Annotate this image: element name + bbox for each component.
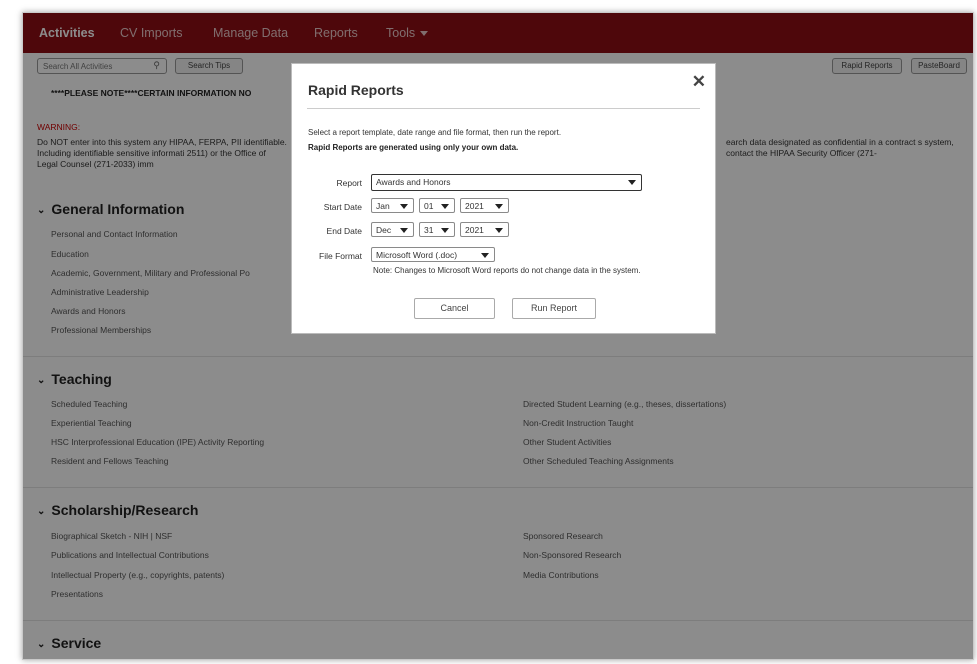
- end-day-value: 31: [424, 225, 434, 235]
- chevron-down-icon: [628, 180, 636, 185]
- start-day-select[interactable]: 01: [419, 198, 455, 213]
- file-format-label: File Format: [319, 251, 362, 261]
- dialog-title: Rapid Reports: [308, 82, 404, 98]
- format-note: Note: Changes to Microsoft Word reports …: [373, 266, 641, 275]
- end-year-value: 2021: [465, 225, 484, 235]
- chevron-down-icon: [441, 228, 449, 233]
- chevron-down-icon: [441, 204, 449, 209]
- dialog-divider: [307, 108, 700, 109]
- file-format-select[interactable]: Microsoft Word (.doc): [371, 247, 495, 262]
- rapid-reports-dialog: Rapid Reports ✕ Select a report template…: [291, 63, 716, 334]
- end-date-label: End Date: [326, 226, 362, 236]
- chevron-down-icon: [495, 204, 503, 209]
- close-icon[interactable]: ✕: [692, 72, 706, 92]
- chevron-down-icon: [400, 228, 408, 233]
- end-year-select[interactable]: 2021: [460, 222, 509, 237]
- cancel-button[interactable]: Cancel: [414, 298, 495, 319]
- end-month-value: Dec: [376, 225, 392, 235]
- run-report-button[interactable]: Run Report: [512, 298, 596, 319]
- start-month-select[interactable]: Jan: [371, 198, 414, 213]
- end-day-select[interactable]: 31: [419, 222, 455, 237]
- end-month-select[interactable]: Dec: [371, 222, 414, 237]
- start-year-value: 2021: [465, 201, 484, 211]
- report-select-value: Awards and Honors: [376, 177, 451, 187]
- app-window: Activities CV Imports Manage Data Report…: [22, 12, 974, 660]
- start-day-value: 01: [424, 201, 434, 211]
- dialog-description: Select a report template, date range and…: [308, 128, 562, 137]
- chevron-down-icon: [495, 228, 503, 233]
- chevron-down-icon: [400, 204, 408, 209]
- dialog-description-bold: Rapid Reports are generated using only y…: [308, 143, 519, 152]
- file-format-value: Microsoft Word (.doc): [376, 250, 458, 260]
- report-select[interactable]: Awards and Honors: [371, 174, 642, 191]
- start-date-label: Start Date: [323, 202, 362, 212]
- start-year-select[interactable]: 2021: [460, 198, 509, 213]
- report-label: Report: [336, 178, 362, 188]
- chevron-down-icon: [481, 253, 489, 258]
- start-month-value: Jan: [376, 201, 390, 211]
